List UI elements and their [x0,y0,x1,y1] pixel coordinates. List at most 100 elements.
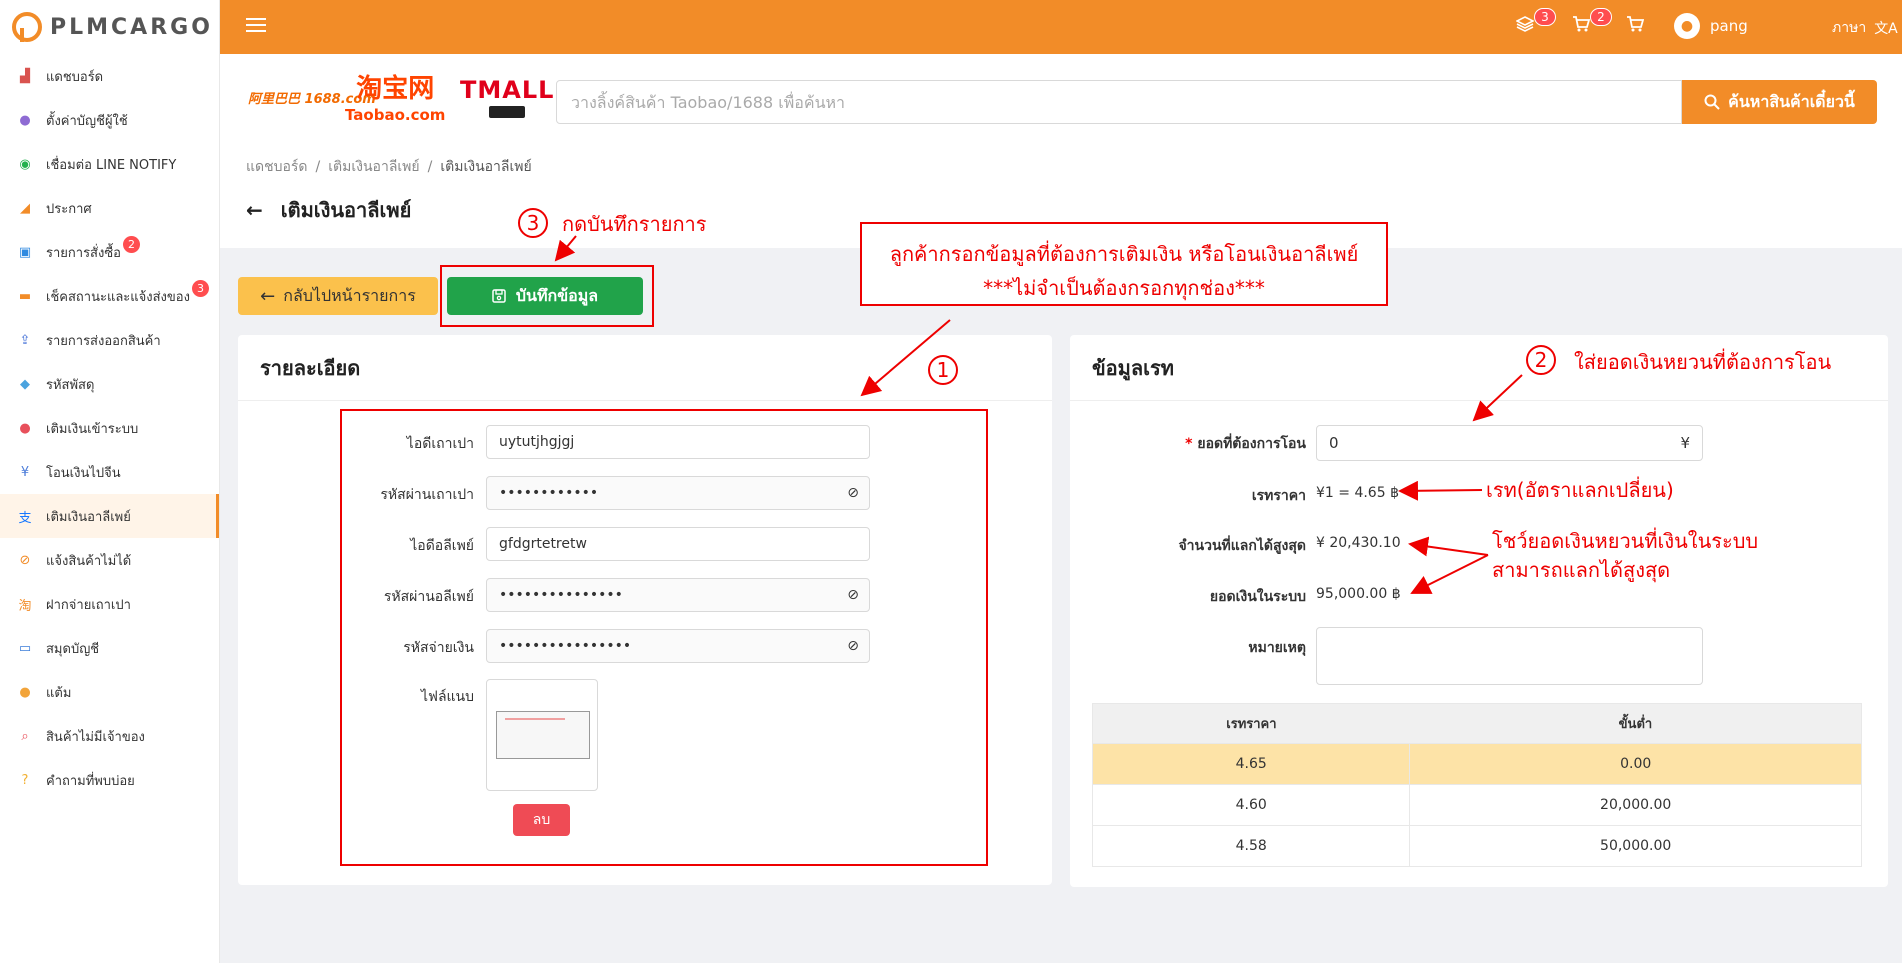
sidebar-item-label: ตั้งค่าบัญชีผู้ใช้ [46,113,128,129]
sidebar-item[interactable]: ▟ แดชบอร์ด [0,54,219,98]
sidebar-item[interactable]: ⌕ สินค้าไม่มีเจ้าของ [0,714,219,758]
yuan-icon: ¥ [20,464,30,480]
sidebar-item[interactable]: 支 เติมเงินอาลีเพย์ [0,494,219,538]
search-input[interactable] [556,80,1682,124]
sidebar-item-label: รหัสพัสดุ [46,377,95,393]
truck-icon: ▬ [18,288,32,304]
table-header: เรทราคา [1092,703,1410,744]
sidebar-item[interactable]: ◢ ประกาศ [0,186,219,230]
search-button[interactable]: ค้นหาสินค้าเดี๋ยวนี้ [1682,80,1877,124]
search-icon [1704,94,1720,110]
step-number-2: 2 [1526,345,1556,375]
note-label: หมายเหตุ [1248,640,1306,656]
sidebar-item[interactable]: ● เติมเงินเข้าระบบ [0,406,219,450]
breadcrumb-item[interactable]: แดชบอร์ด [246,159,308,175]
sidebar-item[interactable]: ▭ สมุดบัญชี [0,626,219,670]
required-mark: * [1185,436,1198,452]
question-icon: ? [21,772,29,788]
cart-icon[interactable] [1626,15,1644,33]
annotation-box-instruction: ลูกค้ากรอกข้อมูลที่ต้องการเติมเงิน หรือโ… [860,222,1388,306]
taobao-logo-text: 淘宝网 [356,74,435,104]
sidebar-item-label: แต้ม [46,685,72,701]
sidebar-item[interactable]: 淘 ฝากจ่ายเถาเปา [0,582,219,626]
logo-text: PLMCARGO [50,14,213,40]
step-number-1: 1 [928,355,958,385]
brand-taobao-logo[interactable]: 淘宝网 Taobao.com [345,76,445,128]
amount-label: * ยอดที่ต้องการโอน [1100,433,1306,455]
step-number-3: 3 [518,208,548,238]
sidebar-item[interactable]: ▬ เช็คสถานะและแจ้งส่งของ 3 [0,274,219,318]
table-cell: 50,000.00 [1409,825,1862,867]
rate-value: ¥1 = 4.65 ฿ [1316,485,1399,501]
search-row: 阿里巴巴 1688.com 淘宝网 Taobao.com TMALL ค้นหา… [220,54,1902,144]
tmall-cat-icon [489,106,526,118]
alipay-icon: 支 [18,510,32,526]
sidebar-item[interactable]: ⇪ รายการส่งออกสินค้า [0,318,219,362]
wallet-icon: ▭ [18,640,32,656]
balance-label: ยอดเงินในระบบ [1209,589,1306,605]
max-exchange-value: ¥ 20,430.10 [1316,535,1401,551]
amount-value: 0 [1329,434,1339,452]
note-textarea[interactable] [1316,627,1703,685]
language-switch[interactable]: ภาษา 文A [1832,17,1898,39]
user-menu[interactable]: ● pang [1674,13,1748,39]
sidebar-item[interactable]: ▣ รายการสั่งซื้อ 2 [0,230,219,274]
back-button-label: กลับไปหน้ารายการ [283,285,416,305]
max-note-text-2: สามารถแลกได้สูงสุด [1492,558,1671,582]
sidebar-item[interactable]: ◆ รหัสพัสดุ [0,362,219,406]
sidebar-item[interactable]: ¥ โอนเงินไปจีน [0,450,219,494]
sidebar-menu: ▟ แดชบอร์ด ● ตั้งค่าบัญชีผู้ใช้ ◉ เชื่อมต่อ L… [0,54,219,802]
sidebar-item[interactable]: ? คำถามที่พบบ่อย [0,758,219,802]
amount-input[interactable]: 0 ¥ [1316,425,1703,461]
layers-icon[interactable]: 3 [1516,8,1556,33]
sidebar-item[interactable]: ⊘ แจ้งสินค้าไม่ได้ [0,538,219,582]
sidebar-item-label: แดชบอร์ด [46,69,104,85]
sidebar-badge: 2 [122,235,140,253]
sidebar-item-label: คำถามที่พบบ่อย [46,773,135,789]
sidebar-item-label: เติมเงินอาลีเพย์ [46,509,131,525]
annotation-box-form [340,409,988,866]
sidebar-item-label: รายการส่งออกสินค้า [46,333,161,349]
sidebar-item-label: เติมเงินเข้าระบบ [46,421,139,437]
table-row: 4.65 0.00 [1092,743,1862,785]
page-title-text: เติมเงินอาลีเพย์ [280,198,412,222]
search-box-icon: ⌕ [21,728,29,744]
logo[interactable]: PLMCARGO [0,0,219,54]
amount-label-text: ยอดที่ต้องการโอน [1197,436,1306,452]
sidebar-item-label: แจ้งสินค้าไม่ได้ [46,553,132,569]
cart-badge-icon[interactable]: 2 [1572,8,1612,33]
sidebar-item[interactable]: ● ตั้งค่าบัญชีผู้ใช้ [0,98,219,142]
top-bar: 3 2 ● pang ภาษา 文A [220,0,1902,54]
no-item-icon: ⊘ [19,552,31,568]
sidebar-item-label: ฝากจ่ายเถาเปา [46,597,131,613]
sidebar-item-label: รายการสั่งซื้อ [46,245,121,261]
sidebar-badge: 3 [191,279,209,297]
max-note-text-1: โชว์ยอดเงินหยวนที่เงินในระบบ [1492,529,1759,553]
sidebar-item-label: สมุดบัญชี [46,641,100,657]
rate-table: เรทราคา ขั้นต่ำ 4.65 0.00 4.60 20,000.00… [1092,703,1862,867]
user-settings-icon: ● [19,112,31,128]
instruction-line-1: ลูกค้ากรอกข้อมูลที่ต้องการเติมเงิน หรือโ… [889,242,1359,266]
back-to-list-button[interactable]: ← กลับไปหน้ารายการ [238,277,438,315]
menu-toggle-icon[interactable] [246,18,266,34]
breadcrumb-item[interactable]: เติมเงินอาลีเพย์ [328,159,419,175]
box-icon: ◆ [20,376,30,392]
page-title: ← เติมเงินอาลีเพย์ [246,194,411,226]
yuan-suffix: ¥ [1680,434,1690,452]
brand-tmall-logo[interactable]: TMALL [460,76,554,118]
plm-logo-icon [12,12,42,42]
sidebar-item-label: เชื่อมต่อ LINE NOTIFY [46,157,177,173]
language-label: ภาษา [1832,20,1867,36]
table-cell: 4.60 [1092,784,1411,826]
sidebar-item[interactable]: ◉ เชื่อมต่อ LINE NOTIFY [0,142,219,186]
avatar-icon: ● [1674,13,1700,39]
step-3-text: กดบันทึกรายการ [562,212,707,236]
step-2-text: ใส่ยอดเงินหยวนที่ต้องการโอน [1574,350,1832,374]
search-button-label: ค้นหาสินค้าเดี๋ยวนี้ [1728,91,1855,111]
breadcrumb: แดชบอร์ด / เติมเงินอาลีเพย์ / เติมเงินอาลีเพ… [246,159,532,175]
back-arrow-icon[interactable]: ← [246,198,263,222]
sidebar-item[interactable]: ● แต้ม [0,670,219,714]
breadcrumb-current: เติมเงินอาลีเพย์ [440,159,532,175]
coin-icon: ● [19,684,31,700]
table-row: 4.60 20,000.00 [1092,784,1862,826]
